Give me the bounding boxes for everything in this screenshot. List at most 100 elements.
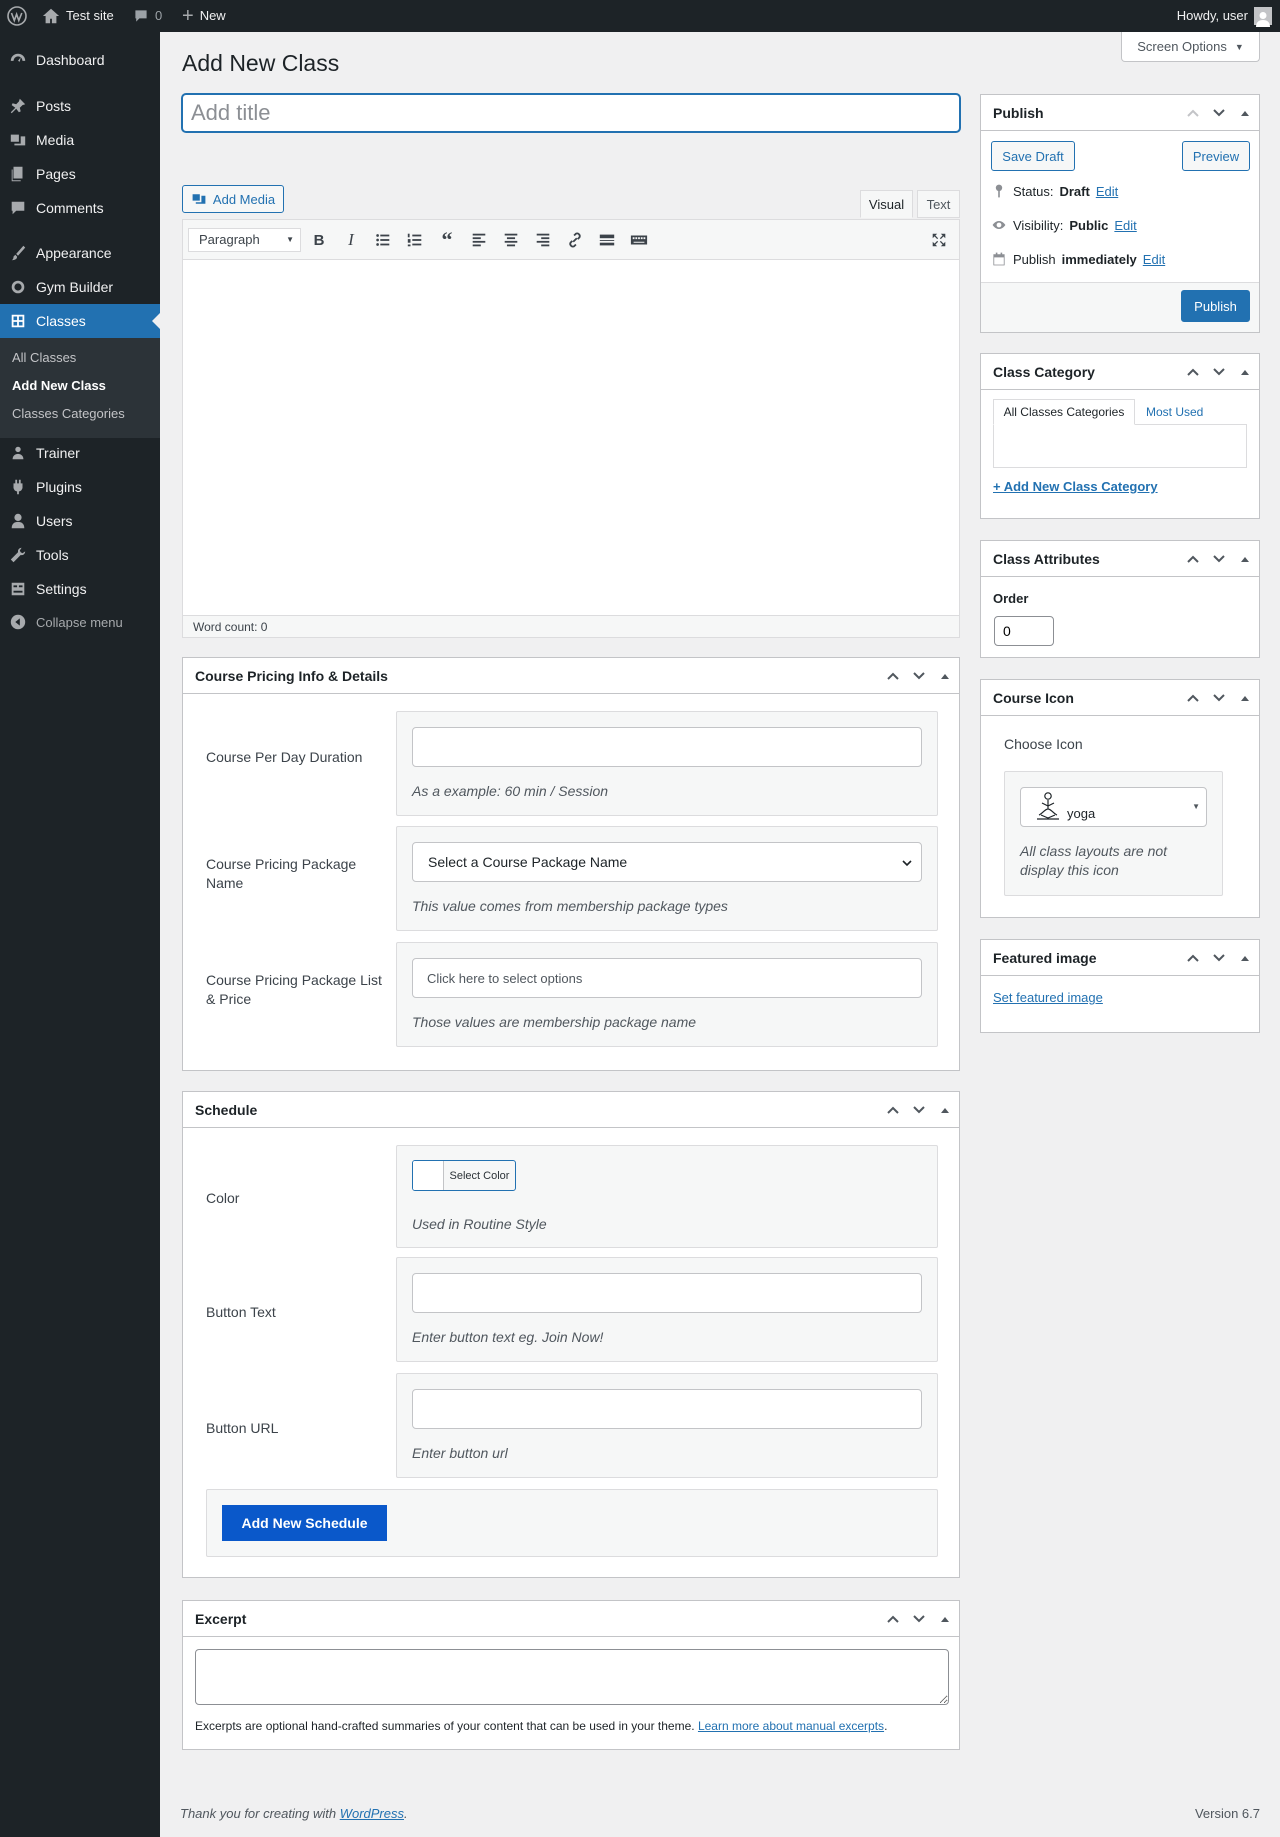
chevron-up-icon[interactable] <box>1185 552 1201 566</box>
color-field: Select Color Used in Routine Style <box>396 1145 938 1248</box>
color-picker-button[interactable]: Select Color <box>412 1160 516 1191</box>
order-label: Order <box>993 591 1029 606</box>
toggle-triangle-icon[interactable] <box>937 671 953 681</box>
sidebar-item-classes[interactable]: Classes <box>0 304 160 338</box>
fullscreen-icon[interactable] <box>929 230 949 250</box>
chevron-up-icon[interactable] <box>885 669 901 683</box>
publish-time-edit-link[interactable]: Edit <box>1143 252 1165 267</box>
chevron-down-icon[interactable] <box>911 1612 927 1626</box>
sidebar-item-appearance[interactable]: Appearance <box>0 236 160 270</box>
submenu-classes-categories[interactable]: Classes Categories <box>12 406 125 421</box>
publish-button[interactable]: Publish <box>1181 290 1250 322</box>
sidebar-item-posts[interactable]: Posts <box>0 89 160 123</box>
new-content-link[interactable]: + New <box>182 0 226 32</box>
chevron-down-icon[interactable] <box>911 669 927 683</box>
sidebar-item-pages[interactable]: Pages <box>0 157 160 191</box>
visibility-row: Visibility: Public Edit <box>991 217 1137 233</box>
sidebar-item-comments[interactable]: Comments <box>0 191 160 225</box>
yoga-icon <box>1037 792 1059 820</box>
tab-visual[interactable]: Visual <box>860 190 913 218</box>
tab-text[interactable]: Text <box>917 190 960 218</box>
package-name-select[interactable]: Select a Course Package Name <box>412 842 922 882</box>
tab-most-used[interactable]: Most Used <box>1146 399 1203 425</box>
status-edit-link[interactable]: Edit <box>1096 184 1118 199</box>
toggle-triangle-icon[interactable] <box>937 1105 953 1115</box>
chevron-up-icon[interactable] <box>1185 106 1201 120</box>
postbox-header[interactable]: Excerpt <box>183 1601 959 1637</box>
button-url-input[interactable] <box>412 1389 922 1429</box>
bold-icon[interactable]: B <box>309 230 329 250</box>
toggle-triangle-icon[interactable] <box>1237 108 1253 118</box>
link-icon[interactable] <box>565 230 585 250</box>
sidebar-item-plugins[interactable]: Plugins <box>0 470 160 504</box>
excerpt-learn-more-link[interactable]: Learn more about manual excerpts <box>698 1719 884 1733</box>
order-input[interactable] <box>994 616 1054 646</box>
icon-select-value: yoga <box>1067 805 1096 821</box>
sidebar-item-users[interactable]: Users <box>0 504 160 538</box>
site-name-link[interactable]: Test site <box>42 0 114 32</box>
sidebar-item-trainer[interactable]: Trainer <box>0 436 160 470</box>
chevron-down-icon[interactable] <box>1211 691 1227 705</box>
add-new-schedule-button[interactable]: Add New Schedule <box>222 1505 387 1541</box>
toggle-triangle-icon[interactable] <box>937 1614 953 1624</box>
chevron-down-icon[interactable] <box>1211 365 1227 379</box>
media-icon <box>192 194 206 204</box>
sidebar-item-settings[interactable]: Settings <box>0 572 160 606</box>
excerpt-textarea[interactable] <box>195 1649 949 1705</box>
per-day-duration-input[interactable] <box>412 727 922 767</box>
sidebar-item-dashboard[interactable]: Dashboard <box>0 43 160 77</box>
postbox-title: Featured image <box>993 949 1097 966</box>
keyboard-icon[interactable] <box>629 230 649 250</box>
save-draft-button[interactable]: Save Draft <box>991 141 1075 171</box>
title-input[interactable] <box>182 94 960 132</box>
toggle-triangle-icon[interactable] <box>1237 693 1253 703</box>
account-menu[interactable]: Howdy, user <box>1177 0 1272 32</box>
submenu-add-new-class[interactable]: Add New Class <box>12 378 106 393</box>
chevron-up-icon[interactable] <box>1185 691 1201 705</box>
chevron-up-icon[interactable] <box>885 1612 901 1626</box>
sidebar-item-media[interactable]: Media <box>0 123 160 157</box>
comments-link[interactable]: 0 <box>133 0 162 32</box>
align-right-icon[interactable] <box>533 230 553 250</box>
visibility-edit-link[interactable]: Edit <box>1114 218 1136 233</box>
toggle-triangle-icon[interactable] <box>1237 554 1253 564</box>
wordpress-logo-icon[interactable] <box>7 0 27 32</box>
submenu-all-classes[interactable]: All Classes <box>12 350 76 365</box>
trainer-icon <box>0 444 36 462</box>
wordpress-link[interactable]: WordPress <box>340 1806 404 1821</box>
postbox-header[interactable]: Course Pricing Info & Details <box>183 658 959 694</box>
align-left-icon[interactable] <box>469 230 489 250</box>
sidebar-item-gym-builder[interactable]: Gym Builder <box>0 270 160 304</box>
package-list-multiselect[interactable]: Click here to select options <box>412 958 922 998</box>
add-media-button[interactable]: Add Media <box>182 185 284 213</box>
visibility-label: Visibility: <box>1013 217 1064 233</box>
course-icon-field: yoga ▼ All class layouts are not display… <box>1004 771 1223 896</box>
chevron-down-icon[interactable] <box>1211 552 1227 566</box>
chevron-up-icon[interactable] <box>1185 365 1201 379</box>
numbered-list-icon[interactable] <box>405 230 425 250</box>
screen-options-button[interactable]: Screen Options ▼ <box>1121 32 1260 62</box>
button-text-input[interactable] <box>412 1273 922 1313</box>
bullet-list-icon[interactable] <box>373 230 393 250</box>
toggle-triangle-icon[interactable] <box>1237 367 1253 377</box>
read-more-icon[interactable] <box>597 230 617 250</box>
preview-button[interactable]: Preview <box>1182 141 1250 171</box>
chevron-up-icon[interactable] <box>1185 951 1201 965</box>
tab-all-categories[interactable]: All Classes Categories <box>993 399 1135 425</box>
chevron-down-icon[interactable] <box>911 1103 927 1117</box>
postbox-header[interactable]: Schedule <box>183 1092 959 1128</box>
chevron-up-icon[interactable] <box>885 1103 901 1117</box>
set-featured-image-link[interactable]: Set featured image <box>993 990 1103 1005</box>
align-center-icon[interactable] <box>501 230 521 250</box>
screen-options-label: Screen Options <box>1137 39 1227 54</box>
sidebar-collapse-menu[interactable]: Collapse menu <box>0 605 160 639</box>
add-new-category-link[interactable]: + Add New Class Category <box>993 479 1158 494</box>
chevron-down-icon[interactable] <box>1211 951 1227 965</box>
format-select[interactable]: Paragraph ▼ <box>188 228 301 252</box>
toggle-triangle-icon[interactable] <box>1237 953 1253 963</box>
blockquote-icon[interactable]: “ <box>437 227 457 252</box>
sidebar-item-tools[interactable]: Tools <box>0 538 160 572</box>
icon-select[interactable]: yoga ▼ <box>1020 787 1207 827</box>
chevron-down-icon[interactable] <box>1211 106 1227 120</box>
italic-icon[interactable]: I <box>341 230 361 250</box>
